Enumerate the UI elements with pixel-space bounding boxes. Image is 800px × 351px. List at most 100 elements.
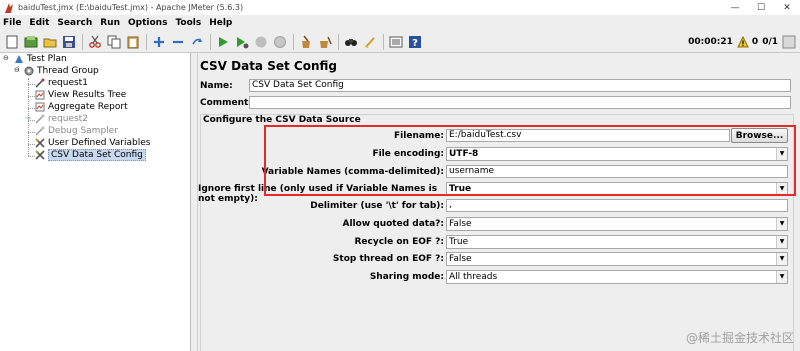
group-title: Configure the CSV Data Source: [202, 115, 362, 125]
toolbar: ? 00:00:21 0 0/1: [0, 31, 800, 53]
menu-search[interactable]: Search: [57, 18, 92, 28]
templates-icon[interactable]: [22, 33, 39, 50]
stop-thread-eof-label: Stop thread on EOF ?:: [332, 254, 444, 264]
tree-item-request1[interactable]: request1: [34, 77, 88, 89]
tree-item-debug-sampler[interactable]: Debug Sampler: [34, 125, 118, 137]
delimiter-field[interactable]: ,: [446, 199, 788, 212]
highlight-annotation-box: [264, 125, 796, 196]
page-title: CSV Data Set Config: [200, 59, 337, 73]
toolbar-separator: [146, 33, 147, 50]
clear-all-icon[interactable]: [316, 33, 333, 50]
window-title: baiduTest.jmx (E:\baiduTest.jmx) - Apach…: [18, 3, 244, 12]
tree-item-label: Test Plan: [27, 54, 67, 64]
save-icon[interactable]: [60, 33, 77, 50]
elapsed-timer: 00:00:21: [688, 37, 733, 47]
copy-icon[interactable]: [105, 33, 122, 50]
menu-file[interactable]: File: [3, 18, 21, 28]
warning-icon[interactable]: [737, 36, 749, 48]
reset-search-icon[interactable]: [361, 33, 378, 50]
tree-item-label: Debug Sampler: [48, 126, 118, 136]
chevron-down-icon[interactable]: ▼: [776, 236, 787, 248]
tree-item-user-defined-variables[interactable]: User Defined Variables: [34, 137, 150, 149]
tree-toggle-thread-group[interactable]: ⊖: [14, 67, 21, 74]
collapse-icon[interactable]: [169, 33, 186, 50]
function-helper-icon[interactable]: [387, 33, 404, 50]
menu-run[interactable]: Run: [100, 18, 120, 28]
stop-icon[interactable]: [252, 33, 269, 50]
tree-item-view-results-tree[interactable]: View Results Tree: [34, 89, 126, 101]
quoted-data-value: False: [449, 219, 472, 229]
listener-icon: [34, 90, 45, 101]
menu-tools[interactable]: Tools: [175, 18, 201, 28]
new-icon[interactable]: [3, 33, 20, 50]
config-icon: [34, 138, 45, 149]
start-icon[interactable]: [214, 33, 231, 50]
warning-count: 0: [751, 37, 759, 47]
start-no-pause-icon[interactable]: [233, 33, 250, 50]
cut-icon[interactable]: [86, 33, 103, 50]
sampler-icon: [34, 126, 45, 137]
sharing-mode-label: Sharing mode:: [369, 272, 444, 282]
watermark: @稀土掘金技术社区: [685, 331, 794, 345]
paste-icon[interactable]: [124, 33, 141, 50]
chevron-down-icon[interactable]: ▼: [776, 253, 787, 265]
svg-text:?: ?: [412, 38, 418, 49]
tree-item-test-plan[interactable]: Test Plan: [13, 53, 67, 65]
delimiter-label: Delimiter (use '\t' for tab):: [310, 201, 444, 211]
quoted-data-select[interactable]: False ▼: [446, 217, 788, 231]
toolbar-separator: [293, 33, 294, 50]
tree-item-label: request2: [48, 114, 88, 124]
tree-item-request2[interactable]: request2: [34, 113, 88, 125]
maximize-button[interactable]: ☐: [748, 0, 774, 15]
config-icon: [34, 150, 45, 161]
tree-item-csv-data-set-config[interactable]: CSV Data Set Config: [34, 149, 146, 161]
tree-item-label: Thread Group: [37, 66, 99, 76]
thread-group-icon: [23, 66, 34, 77]
split-pane-divider[interactable]: [191, 53, 198, 351]
toolbar-separator: [82, 33, 83, 50]
open-icon[interactable]: [41, 33, 58, 50]
quoted-data-label: Allow quoted data?:: [342, 219, 445, 229]
sharing-mode-value: All threads: [449, 272, 498, 282]
tree-toggle-request2[interactable]: ⊸: [25, 115, 32, 122]
toggle-icon[interactable]: [188, 33, 205, 50]
listener-icon: [34, 102, 45, 113]
status-indicator-icon: [782, 35, 796, 49]
expand-icon[interactable]: [150, 33, 167, 50]
jmeter-app-icon: [5, 2, 13, 13]
chevron-down-icon[interactable]: ▼: [776, 218, 787, 230]
search-icon[interactable]: [342, 33, 359, 50]
close-button[interactable]: ✕: [774, 0, 800, 15]
recycle-eof-label: Recycle on EOF ?:: [354, 237, 444, 247]
recycle-eof-select[interactable]: True ▼: [446, 235, 788, 249]
active-threads: 0/1: [762, 37, 778, 47]
toolbar-separator: [210, 33, 211, 50]
title-bar: baiduTest.jmx (E:\baiduTest.jmx) - Apach…: [0, 0, 800, 15]
sharing-mode-select[interactable]: All threads ▼: [446, 270, 788, 284]
tree-item-thread-group[interactable]: Thread Group: [23, 65, 99, 77]
menu-options[interactable]: Options: [128, 18, 167, 28]
menu-help[interactable]: Help: [209, 18, 232, 28]
menu-edit[interactable]: Edit: [29, 18, 49, 28]
recycle-eof-value: True: [449, 237, 469, 247]
csv-config-panel: CSV Data Set Config Name: CSV Data Set C…: [198, 53, 800, 351]
name-field[interactable]: CSV Data Set Config: [249, 79, 791, 92]
tree-item-label: CSV Data Set Config: [48, 149, 146, 161]
toolbar-separator: [338, 33, 339, 50]
sampler-icon: [34, 78, 45, 89]
shutdown-icon[interactable]: [271, 33, 288, 50]
test-plan-tree: ⊖ Test Plan ⊖ Thread Group request1 View…: [0, 53, 191, 351]
comments-field[interactable]: [249, 96, 791, 109]
tree-toggle-test-plan[interactable]: ⊖: [3, 55, 10, 62]
help-icon[interactable]: ?: [406, 33, 423, 50]
tree-item-label: Aggregate Report: [48, 102, 128, 112]
stop-thread-eof-select[interactable]: False ▼: [446, 252, 788, 266]
name-label: Name:: [200, 81, 233, 91]
stop-thread-eof-value: False: [449, 254, 472, 264]
tree-item-label: View Results Tree: [48, 90, 127, 100]
tree-item-aggregate-report[interactable]: Aggregate Report: [34, 101, 128, 113]
clear-icon[interactable]: [297, 33, 314, 50]
toolbar-separator: [383, 33, 384, 50]
chevron-down-icon[interactable]: ▼: [776, 271, 787, 283]
minimize-button[interactable]: —: [722, 0, 748, 15]
